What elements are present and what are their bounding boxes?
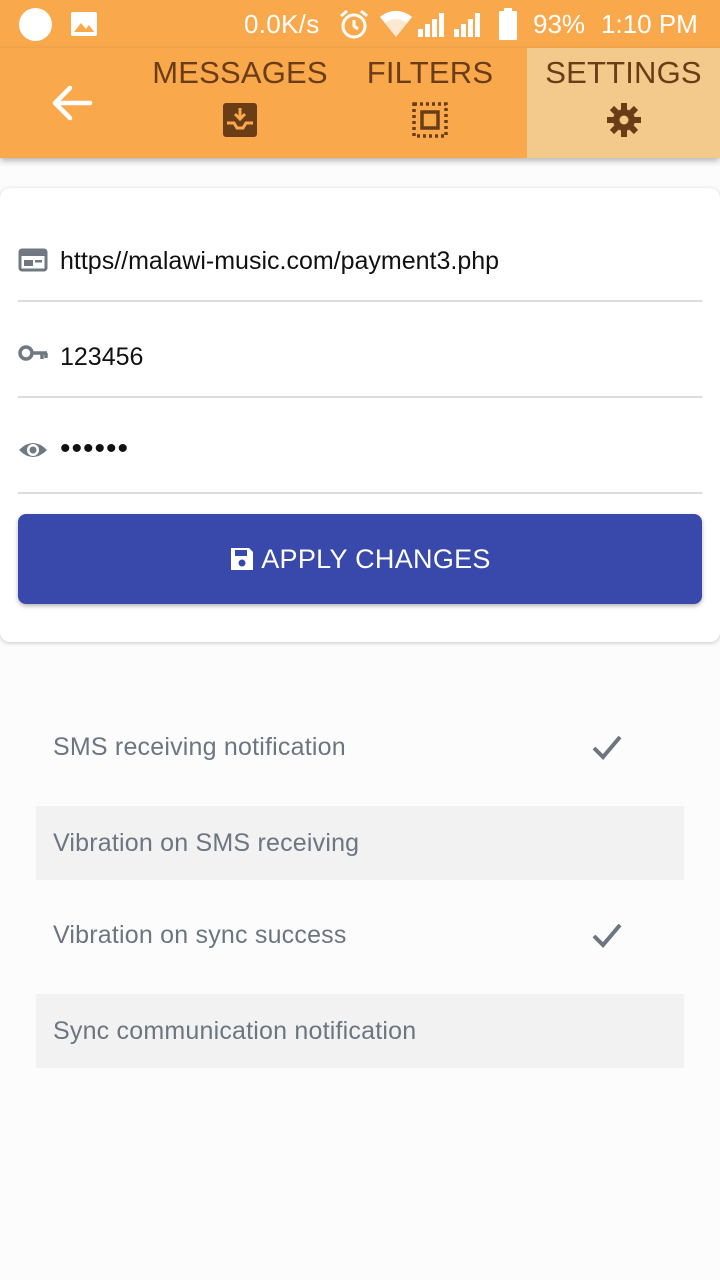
option-label: Vibration on sync success	[53, 920, 347, 949]
tab-filters[interactable]: FILTERS	[340, 48, 520, 158]
clock: 1:10 PM	[601, 9, 698, 39]
key-input[interactable]	[60, 343, 680, 372]
network-speed: 0.0K/s	[244, 9, 320, 39]
eye-icon	[19, 443, 47, 457]
apply-changes-button[interactable]: APPLY CHANGES	[18, 514, 702, 604]
key-icon	[18, 345, 48, 361]
notification-dot-icon	[19, 8, 52, 41]
password-input[interactable]	[60, 432, 680, 466]
save-icon	[231, 548, 254, 570]
gear-icon	[606, 103, 641, 137]
alarm-icon	[340, 9, 368, 39]
tab-settings-label: SETTINGS	[545, 55, 702, 90]
signal-icon	[418, 13, 444, 37]
url-field[interactable]	[18, 206, 702, 302]
option-sync-communication-notification[interactable]: Sync communication notification	[36, 994, 684, 1068]
url-input[interactable]	[60, 247, 680, 276]
option-vibration-on-sync-success[interactable]: Vibration on sync success	[36, 898, 684, 972]
tab-settings[interactable]: SETTINGS	[527, 48, 720, 158]
check-icon	[592, 735, 622, 760]
image-icon	[71, 12, 97, 36]
option-label: Sync communication notification	[53, 1016, 417, 1045]
back-button[interactable]	[40, 75, 104, 131]
arrow-left-icon	[52, 85, 93, 121]
option-sms-receiving-notification[interactable]: SMS receiving notification	[36, 710, 684, 784]
inbox-download-icon	[223, 103, 257, 137]
signal-icon	[454, 13, 480, 37]
key-field[interactable]	[18, 302, 702, 398]
wifi-icon	[380, 10, 412, 38]
battery-icon	[499, 8, 517, 40]
web-icon	[18, 248, 48, 272]
filter-select-icon	[412, 102, 448, 138]
app-bar: MESSAGES FILTERS SETTINGS	[0, 48, 720, 158]
check-icon	[592, 923, 622, 948]
tab-messages[interactable]: MESSAGES	[150, 48, 330, 158]
tab-filters-label: FILTERS	[366, 55, 494, 90]
password-field[interactable]	[18, 398, 702, 494]
settings-card: APPLY CHANGES	[0, 188, 720, 642]
battery-percent: 93%	[533, 9, 586, 39]
option-label: SMS receiving notification	[53, 732, 346, 761]
status-bar: 0.0K/s 93% 1:10 PM	[0, 0, 720, 48]
option-label: Vibration on SMS receiving	[53, 828, 360, 857]
option-vibration-on-sms-receiving[interactable]: Vibration on SMS receiving	[36, 806, 684, 880]
tab-messages-label: MESSAGES	[152, 55, 328, 90]
apply-changes-label: APPLY CHANGES	[261, 543, 491, 574]
